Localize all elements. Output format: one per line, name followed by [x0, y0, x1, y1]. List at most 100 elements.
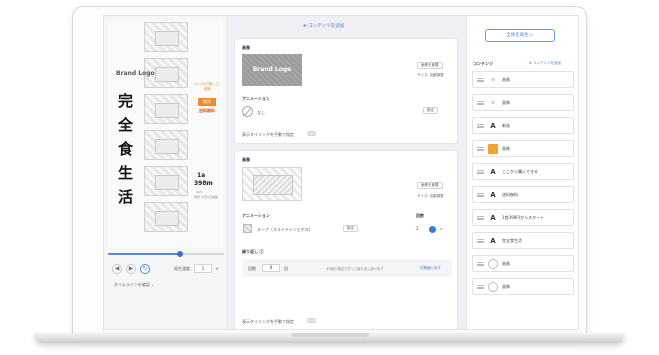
animation-settings-button[interactable]: 設定	[423, 107, 438, 114]
repeat-settings-row: 回数 0 回 ※0回の指定でずっと繰り返し続けます 初期値に戻す	[242, 259, 452, 277]
playback-slider[interactable]	[108, 251, 224, 257]
drag-handle-icon[interactable]	[477, 170, 484, 174]
layer-item[interactable]: 画像	[472, 278, 574, 295]
text-layer-icon: A	[490, 122, 496, 130]
speed-unit: x	[216, 266, 219, 271]
speed-input[interactable]: 1	[194, 264, 212, 273]
app-screen: Brand Logo 完 全 食 生 活 いつもの新しさ体験 無添 送料無料 1…	[103, 15, 579, 330]
stat-note: 99%	[196, 190, 203, 194]
preview-panel: Brand Logo 完 全 食 生 活 いつもの新しさ体験 無添 送料無料 1…	[104, 16, 228, 329]
prev-icon[interactable]: ◀	[112, 264, 122, 274]
layer-name: 1食398円からスタート	[502, 215, 545, 220]
count-side-value: 2	[416, 226, 419, 231]
image-layer-icon	[488, 259, 498, 269]
replace-image-button[interactable]: 画像を差替	[417, 182, 443, 189]
animation-thumbnail	[243, 224, 252, 233]
animation-value: ループ（スライドインとボス）	[257, 227, 313, 232]
promo-caption: いつもの新しさ体験	[194, 82, 220, 91]
animation-value: なし	[257, 110, 265, 115]
timing-toggle[interactable]	[307, 318, 316, 323]
drag-handle-icon[interactable]	[477, 216, 484, 220]
layer-item[interactable]: A 1食398円からスタート	[472, 209, 574, 226]
product-image	[144, 130, 188, 160]
layer-name: ここから購入できる	[502, 169, 538, 174]
laptop-notch	[291, 333, 369, 337]
drag-handle-icon[interactable]	[477, 262, 484, 266]
text-layer-icon: A	[490, 168, 496, 176]
drag-handle-icon[interactable]	[477, 147, 484, 151]
laptop-mockup: Brand Logo 完 全 食 生 活 いつもの新しさ体験 無添 送料無料 1…	[0, 0, 659, 355]
image-layer-icon: ≡	[490, 100, 496, 106]
animation-settings-button[interactable]: 設定	[343, 225, 358, 232]
layer-item[interactable]: 画像	[472, 255, 574, 272]
product-image	[144, 94, 188, 124]
timing-toggle[interactable]	[307, 131, 316, 136]
stat-value: 1a	[197, 172, 206, 179]
timeline-toggle[interactable]: タイムラインを確認 ⌄	[114, 282, 154, 288]
play-all-button[interactable]: 全体を再生 ▷	[485, 29, 555, 42]
text-layer-icon: A	[490, 237, 496, 245]
headline-char: 完	[118, 92, 134, 110]
card-title: 画像	[242, 157, 250, 162]
repeat-count-input[interactable]: 0	[262, 264, 280, 272]
layer-item[interactable]: A 送料無料	[472, 186, 574, 203]
size-setting[interactable]: サイズ: 自動調整	[417, 194, 444, 199]
animation-label: アニメーション	[242, 96, 270, 101]
headline-char: 活	[118, 188, 134, 206]
count-side-label: 回数	[416, 213, 424, 218]
size-setting[interactable]: サイズ: 自動調整	[417, 73, 444, 78]
none-icon	[242, 106, 253, 117]
layer-item[interactable]: A 新発	[472, 117, 574, 134]
drag-handle-icon[interactable]	[477, 78, 484, 82]
add-content-link[interactable]: ⊕ コンテンツを追加	[529, 61, 561, 66]
product-image	[144, 166, 188, 196]
add-content-link[interactable]: ⊕ コンテンツを追加	[303, 23, 344, 29]
headline-char: 生	[118, 164, 134, 182]
image-card-logo: 画像 Brand Logo 画像を差替 サイズ: 自動調整 アニメーション なし…	[234, 38, 458, 144]
layer-item[interactable]: ≡ 画像	[472, 71, 574, 88]
timing-label: 表示タイミングを手動で指定	[242, 319, 294, 324]
product-image	[144, 22, 188, 52]
product-thumbnail[interactable]	[242, 167, 302, 201]
layer-item[interactable]: 画像	[472, 140, 574, 157]
layer-item[interactable]: A 完全食生活	[472, 232, 574, 249]
drag-handle-icon[interactable]	[477, 193, 484, 197]
replace-image-button[interactable]: 画像を差替	[417, 62, 443, 69]
timing-label: 表示タイミングを手動で指定	[242, 132, 294, 137]
layer-item[interactable]: A ここから購入できる	[472, 163, 574, 180]
ad-preview-canvas[interactable]: Brand Logo 完 全 食 生 活 いつもの新しさ体験 無添 送料無料 1…	[108, 20, 223, 248]
image-layer-icon	[488, 282, 498, 292]
drag-handle-icon[interactable]	[477, 285, 484, 289]
step-indicator[interactable]	[429, 226, 436, 233]
playback-progress	[108, 253, 180, 255]
drag-handle-icon[interactable]	[477, 239, 484, 243]
drag-handle-icon[interactable]	[477, 124, 484, 128]
playback-handle[interactable]	[176, 251, 183, 257]
animation-label: アニメーション	[242, 213, 270, 218]
brand-logo-text: Brand Logo	[116, 70, 155, 77]
promo-badge: 無添	[198, 98, 216, 106]
layer-name: 画像	[502, 284, 510, 289]
logo-thumbnail[interactable]: Brand Logo	[242, 54, 302, 86]
stat-note: 原料 1日分の栄養	[194, 195, 218, 199]
layers-panel: 全体を再生 ▷ コンテンツ ⊕ コンテンツを追加 ≡ 画像 ≡ 画像 A 新発 画像 A ここか…	[466, 16, 578, 329]
image-layer-icon	[488, 144, 498, 154]
reset-default-link[interactable]: 初期値に戻す	[420, 266, 441, 271]
text-layer-icon: A	[490, 214, 496, 222]
loop-icon[interactable]: ↻	[140, 264, 150, 274]
count-label: 回数	[248, 266, 256, 271]
layer-item[interactable]: ≡ 画像	[472, 94, 574, 111]
play-icon[interactable]: ▶	[126, 264, 136, 274]
stat-value: 398m	[194, 180, 213, 187]
layer-name: 完全食生活	[502, 238, 522, 243]
step-next-icon[interactable]: »	[440, 226, 442, 231]
drag-handle-icon[interactable]	[477, 101, 484, 105]
layer-name: 画像	[502, 146, 510, 151]
image-layer-icon: ≡	[490, 77, 496, 83]
product-image	[144, 202, 188, 232]
text-layer-icon: A	[490, 191, 496, 199]
layer-name: 送料無料	[502, 192, 518, 197]
layer-name: 新発	[502, 123, 510, 128]
card-title: 画像	[242, 45, 250, 50]
layers-title: コンテンツ	[473, 61, 493, 66]
